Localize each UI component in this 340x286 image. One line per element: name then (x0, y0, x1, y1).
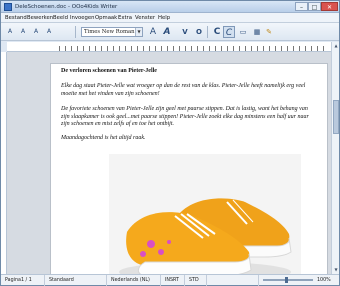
minimize-button[interactable]: – (295, 2, 308, 11)
app-icon (4, 3, 12, 11)
horizontal-ruler[interactable] (7, 42, 331, 52)
frame-icon[interactable]: ▭ (237, 26, 249, 38)
font-name-select[interactable]: Times New Roman ▼ (81, 27, 143, 37)
toolbar: A A A A Times New Roman ▼ A A V O C C ▭ … (1, 23, 339, 41)
scrollbar-thumb[interactable] (333, 100, 339, 134)
document-area[interactable]: De verloren schoenen van Pieter-Jelle El… (7, 52, 331, 274)
menu-venster[interactable]: Venster (135, 13, 155, 23)
menu-opmaak[interactable]: Opmaak (95, 13, 117, 23)
menu-help[interactable]: Help (158, 13, 170, 23)
chevron-down-icon[interactable]: ▼ (135, 28, 142, 36)
shoes-image[interactable] (109, 154, 301, 274)
font-size-icon[interactable]: A (147, 26, 159, 38)
menu-bewerken[interactable]: Bewerken (27, 13, 53, 23)
print-icon[interactable]: A (43, 26, 55, 38)
ruler-ticks (59, 46, 327, 51)
menu-beeld[interactable]: Beeld (53, 13, 68, 23)
menu-invoegen[interactable]: Invoegen (70, 13, 95, 23)
maximize-button[interactable]: □ (308, 2, 321, 11)
menu-bestand[interactable]: Bestand (5, 13, 27, 23)
status-spacer (209, 275, 259, 286)
zoom-slider[interactable] (263, 279, 313, 281)
table-icon[interactable]: ▦ (251, 26, 263, 38)
font-name-value: Times New Roman (84, 29, 135, 35)
paragraph-1[interactable]: Elke dag staat Pieter-Jelle wat vroeger … (61, 83, 317, 98)
scroll-down-arrow-icon[interactable]: ▼ (332, 266, 340, 274)
menu-extra[interactable]: Extra (118, 13, 132, 23)
paragraph-2[interactable]: De favoriete schoenen van Pieter-Jelle z… (61, 106, 317, 129)
status-insert-mode[interactable]: INSRT (163, 275, 185, 286)
toolbar-separator (75, 26, 76, 38)
character-ring-icon[interactable]: O (193, 26, 205, 38)
title-bar[interactable]: DeleSchoenen.doc - OOo4Kids Writer – □ ✕ (1, 1, 339, 13)
zoom-slider-handle[interactable] (285, 277, 288, 283)
document-page[interactable]: De verloren schoenen van Pieter-Jelle El… (50, 63, 328, 274)
window-title: DeleSchoenen.doc - OOo4Kids Writer (15, 4, 118, 10)
paragraph-3[interactable]: Maandagochtend is het altijd raak. (61, 135, 317, 143)
char-style-active-icon[interactable]: C (223, 26, 235, 38)
pen-icon[interactable]: ✎ (263, 26, 275, 38)
scroll-up-arrow-icon[interactable]: ▲ (332, 42, 340, 50)
document-heading[interactable]: De verloren schoenen van Pieter-Jelle (61, 68, 317, 76)
open-document-icon[interactable]: A (17, 26, 29, 38)
status-style[interactable]: Standaard (47, 275, 107, 286)
vertical-scrollbar[interactable]: ▲ ▼ (331, 42, 339, 274)
status-selection-mode[interactable]: STD (187, 275, 207, 286)
underline-icon[interactable]: V (179, 26, 191, 38)
menu-bar: Bestand Bewerken Beeld Invoegen Opmaak E… (1, 13, 339, 23)
bold-italic-icon[interactable]: A (161, 26, 173, 38)
status-language[interactable]: Nederlands (NL) (109, 275, 161, 286)
status-page[interactable]: Pagina1 / 1 (3, 275, 45, 286)
status-zoom[interactable]: 100% (315, 275, 337, 286)
close-button[interactable]: ✕ (321, 2, 338, 11)
new-document-icon[interactable]: A (4, 26, 16, 38)
save-document-icon[interactable]: A (30, 26, 42, 38)
writer-window: DeleSchoenen.doc - OOo4Kids Writer – □ ✕… (0, 0, 340, 286)
char-style-icon[interactable]: C (211, 26, 223, 38)
toolbar-separator (207, 26, 208, 38)
status-bar: Pagina1 / 1 Standaard Nederlands (NL) IN… (1, 274, 339, 286)
